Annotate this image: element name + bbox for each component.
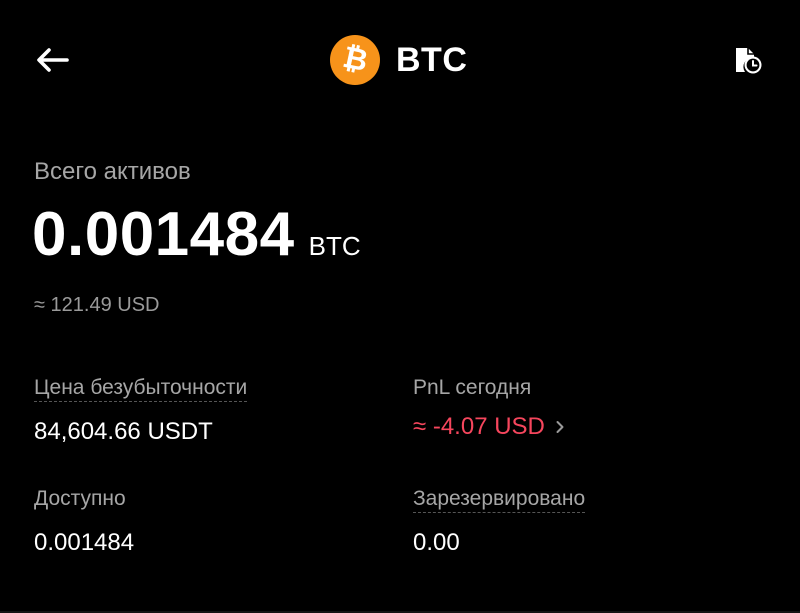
reserved-label-text: Зарезервировано (413, 487, 586, 513)
pnl-today-value: ≈ -4.07 USD (413, 413, 545, 440)
total-assets-amount: 0.001484 (32, 200, 295, 269)
back-button[interactable] (30, 40, 74, 80)
total-assets-amount-row: 0.001484 BTC (32, 204, 361, 266)
history-icon (736, 48, 762, 74)
pnl-today-link[interactable]: ≈ -4.07 USD (413, 413, 565, 442)
total-assets-label: Всего активов (34, 158, 191, 185)
breakeven-price-value: 84,604.66 USDT (34, 418, 213, 445)
bitcoin-logo-icon: ₿ (330, 35, 380, 85)
available-value: 0.001484 (34, 529, 135, 556)
reserved-value: 0.00 (413, 529, 460, 556)
history-button[interactable] (726, 40, 770, 80)
chevron-right-icon (555, 420, 565, 434)
available-label: Доступно (34, 487, 126, 510)
breakeven-price-label-text: Цена безубыточности (34, 376, 248, 402)
header-title-group: ₿ BTC (330, 34, 467, 86)
arrow-left-icon (37, 48, 69, 72)
total-assets-usd-approx: ≈ 121.49 USD (34, 294, 160, 316)
page-title: BTC (396, 40, 468, 79)
pnl-today-label: PnL сегодня (413, 376, 532, 399)
asset-detail-screen: ₿ BTC Всего активов 0.001484 BTC ≈ 121.4… (0, 0, 800, 613)
reserved-label[interactable]: Зарезервировано (413, 486, 586, 513)
header: ₿ BTC (0, 0, 800, 120)
breakeven-price-label[interactable]: Цена безубыточности (34, 375, 248, 402)
total-assets-unit: BTC (308, 231, 361, 261)
